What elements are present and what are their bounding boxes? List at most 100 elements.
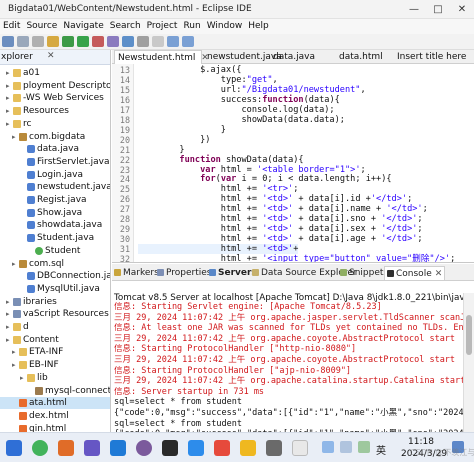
chevron-right-icon[interactable]: ▸ bbox=[12, 131, 19, 143]
tree-item[interactable]: ▸ vaScript Resources bbox=[0, 308, 110, 320]
menu-window[interactable]: Window bbox=[207, 19, 243, 34]
app-icon[interactable] bbox=[84, 440, 100, 456]
chevron-right-icon[interactable]: ▸ bbox=[6, 80, 13, 92]
show-hidden-icon[interactable] bbox=[292, 440, 308, 456]
tree-item[interactable]: ▸ com.sql bbox=[0, 258, 110, 270]
tree-item[interactable]: ▸ -WS Web Services bbox=[0, 92, 110, 104]
tree-item[interactable]: mysql-connector-java- bbox=[0, 385, 110, 397]
chevron-right-icon[interactable]: ▸ bbox=[12, 346, 19, 358]
tab-markers[interactable]: Markers bbox=[114, 266, 159, 280]
tab-data-java[interactable]: data.java bbox=[270, 50, 332, 64]
wechat-icon[interactable] bbox=[32, 440, 48, 456]
tree-item[interactable]: ▸ ETA-INF bbox=[0, 346, 110, 358]
chevron-right-icon[interactable]: ▸ bbox=[12, 258, 19, 270]
open-type-icon[interactable] bbox=[122, 36, 134, 47]
tab-properties[interactable]: Properties bbox=[157, 266, 211, 280]
chevron-right-icon[interactable]: ▸ bbox=[12, 359, 19, 371]
chevron-right-icon[interactable]: ▸ bbox=[6, 296, 13, 308]
menu-search[interactable]: Search bbox=[110, 19, 141, 34]
maximize-button[interactable]: □ bbox=[426, 0, 450, 19]
tab-console[interactable]: Console ✕ bbox=[384, 266, 446, 280]
tab-servers[interactable]: Servers bbox=[209, 266, 257, 280]
volume-icon[interactable] bbox=[340, 441, 352, 453]
tree-item[interactable]: FirstServlet.java bbox=[0, 156, 110, 168]
input-method-indicator[interactable]: 英 bbox=[376, 442, 386, 457]
tree-item[interactable]: data.java bbox=[0, 143, 110, 155]
save-all-icon[interactable] bbox=[32, 36, 44, 47]
tree-item[interactable]: Student bbox=[0, 245, 110, 257]
console-scrollbar[interactable] bbox=[463, 293, 474, 432]
menu-navigate[interactable]: Navigate bbox=[63, 19, 103, 34]
tab-newstudent-html[interactable]: Newstudent.html ✕ bbox=[114, 50, 209, 64]
run-icon[interactable] bbox=[77, 36, 89, 47]
tree-item[interactable]: ▸ EB-INF bbox=[0, 359, 110, 371]
close-icon[interactable]: ✕ bbox=[47, 51, 55, 61]
tab-label: Snippets bbox=[349, 268, 389, 278]
tree-item[interactable]: ▸ a01 bbox=[0, 67, 110, 79]
folder-icon[interactable] bbox=[240, 440, 256, 456]
tab-snippets[interactable]: Snippets bbox=[340, 266, 388, 280]
menu-run[interactable]: Run bbox=[183, 19, 200, 34]
tree-item[interactable]: Login.java bbox=[0, 169, 110, 181]
start-icon[interactable] bbox=[6, 440, 22, 456]
tree-item[interactable]: ▸ Content bbox=[0, 334, 110, 346]
tab-newstudent-java[interactable]: newstudent.java bbox=[204, 50, 282, 64]
chevron-right-icon[interactable]: ▸ bbox=[20, 372, 27, 384]
new-class-icon[interactable] bbox=[107, 36, 119, 47]
menu-project[interactable]: Project bbox=[147, 19, 178, 34]
settings-icon[interactable] bbox=[266, 440, 282, 456]
tree-item[interactable]: ▸ rc bbox=[0, 118, 110, 130]
tree-item[interactable]: Show.java bbox=[0, 207, 110, 219]
edge-icon[interactable] bbox=[188, 440, 204, 456]
tree-item[interactable]: ▸ d bbox=[0, 321, 110, 333]
terminal-icon[interactable] bbox=[162, 440, 178, 456]
tree-item[interactable]: gin.html bbox=[0, 423, 110, 432]
tree-item[interactable]: ▸ Resources bbox=[0, 105, 110, 117]
back-icon[interactable] bbox=[167, 36, 179, 47]
save-icon[interactable] bbox=[17, 36, 29, 47]
tree-item[interactable]: newstudent.java bbox=[0, 181, 110, 193]
tree-item[interactable]: ▸ ibraries bbox=[0, 296, 110, 308]
close-button[interactable]: ✕ bbox=[450, 0, 474, 19]
media-icon[interactable] bbox=[214, 440, 230, 456]
chevron-right-icon[interactable]: ▸ bbox=[6, 67, 13, 79]
chevron-right-icon[interactable]: ▸ bbox=[6, 118, 13, 130]
tree-item[interactable]: DBConnection.java bbox=[0, 270, 110, 282]
forward-icon[interactable] bbox=[182, 36, 194, 47]
browser-icon[interactable] bbox=[110, 440, 126, 456]
eclipse-icon[interactable] bbox=[136, 440, 152, 456]
close-icon[interactable]: ✕ bbox=[435, 269, 443, 279]
annotation-icon[interactable] bbox=[152, 36, 164, 47]
chevron-right-icon[interactable]: ▸ bbox=[6, 92, 13, 104]
tree-item[interactable]: MysqlUtil.java bbox=[0, 283, 110, 295]
minimize-button[interactable]: — bbox=[402, 0, 426, 19]
menu-edit[interactable]: Edit bbox=[3, 19, 20, 34]
tree-item[interactable]: ▸ com.bigdata bbox=[0, 131, 110, 143]
menu-source[interactable]: Source bbox=[26, 19, 57, 34]
new-file-icon[interactable] bbox=[2, 36, 14, 47]
tree-item[interactable]: Regist.java bbox=[0, 194, 110, 206]
build-icon[interactable] bbox=[47, 36, 59, 47]
code-area[interactable]: 13 14 15 16 17 18 19 20 21 22 23 24 25 26 27 28 29 30 31 32… bbox=[112, 64, 474, 262]
explorer-icon[interactable] bbox=[58, 440, 74, 456]
debug-icon[interactable] bbox=[62, 36, 74, 47]
tree-item[interactable]: ▸ ployment Descriptor: Bigdat bbox=[0, 80, 110, 92]
chevron-right-icon[interactable]: ▸ bbox=[6, 321, 13, 333]
search-icon[interactable] bbox=[137, 36, 149, 47]
battery-icon[interactable] bbox=[358, 441, 370, 453]
tab-insert-title[interactable]: Insert title here bbox=[394, 50, 474, 64]
chevron-right-icon[interactable]: ▸ bbox=[6, 308, 13, 320]
tree-item[interactable]: Student.java bbox=[0, 232, 110, 244]
chevron-right-icon[interactable]: ▸ bbox=[6, 105, 13, 117]
tab-data-html[interactable]: data.html bbox=[336, 50, 390, 64]
tree-item[interactable]: dex.html bbox=[0, 410, 110, 422]
tree-item[interactable]: ▸ lib bbox=[0, 372, 110, 384]
scrollbar-thumb[interactable] bbox=[466, 315, 472, 355]
tree-item[interactable]: ata.html bbox=[0, 397, 110, 410]
tree-item[interactable]: showdata.java bbox=[0, 219, 110, 231]
console-output[interactable]: 信息: Starting Servlet engine: [Apache Tom… bbox=[114, 302, 474, 432]
network-icon[interactable] bbox=[322, 441, 334, 453]
chevron-right-icon[interactable]: ▸ bbox=[6, 334, 13, 346]
menu-help[interactable]: Help bbox=[248, 19, 269, 34]
external-tools-icon[interactable] bbox=[92, 36, 104, 47]
